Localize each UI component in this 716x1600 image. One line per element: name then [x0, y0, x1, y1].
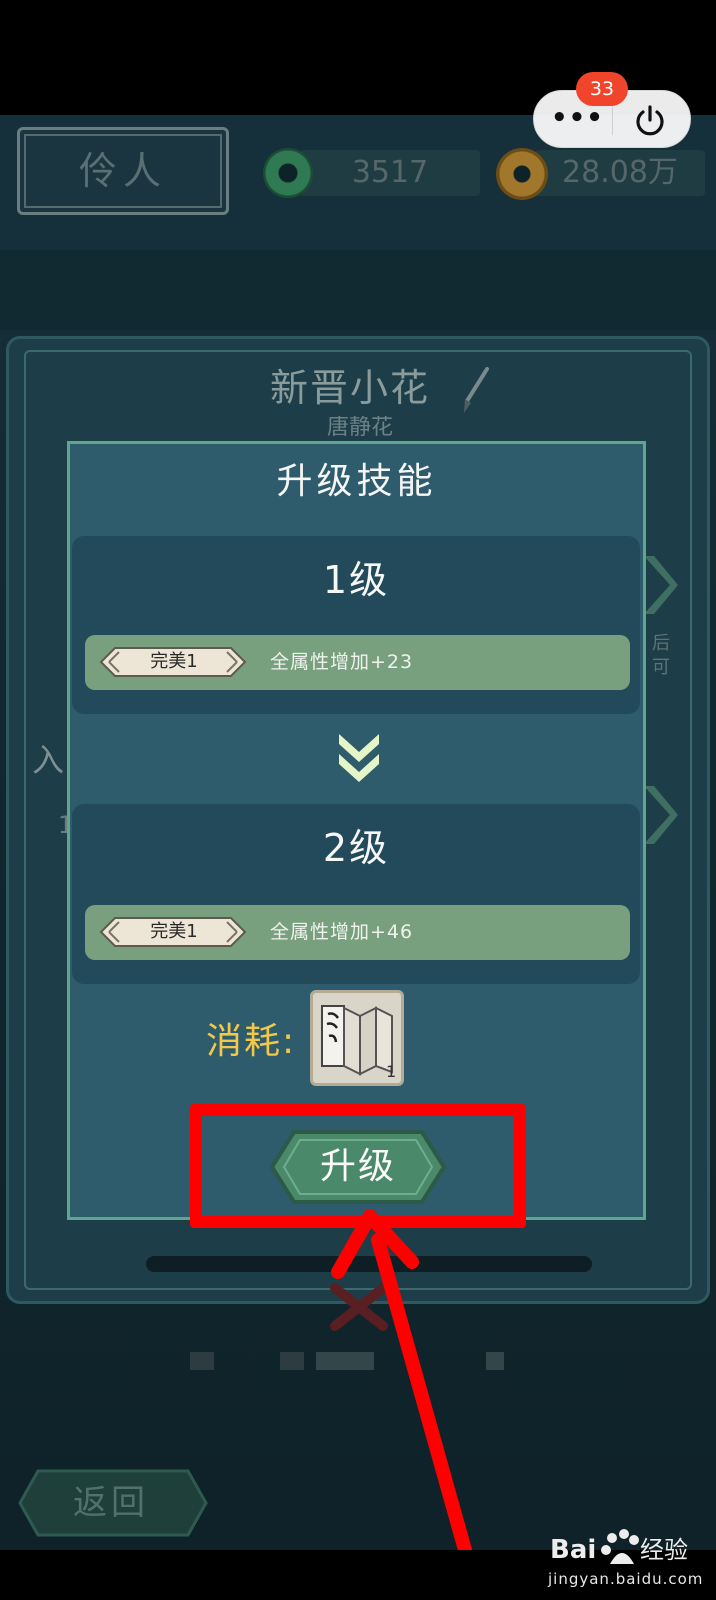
- card-side-text: 后 可: [652, 633, 670, 678]
- annotation-arrow-icon: [331, 1210, 472, 1557]
- quality-tag-label: 完美1: [150, 651, 198, 672]
- next-attribute-text: 全属性增加+46: [270, 921, 414, 943]
- card-title: 新晋小花: [269, 366, 430, 410]
- dialog-title: 升级技能: [276, 461, 437, 502]
- next-level-label: 2级: [322, 826, 390, 870]
- brush-icon[interactable]: [455, 365, 495, 415]
- current-attribute-text: 全属性增加+23: [270, 651, 414, 673]
- cost-label: 消耗:: [206, 1021, 297, 1062]
- card-subtitle: 唐静花: [326, 416, 393, 440]
- player-name: 伶人: [78, 149, 167, 193]
- back-label: 返回: [73, 1483, 149, 1523]
- power-icon[interactable]: [632, 104, 668, 138]
- svg-text:经验: 经验: [640, 1536, 688, 1564]
- jade-amount: 3517: [351, 155, 429, 190]
- next-arrow-icon[interactable]: [640, 782, 680, 848]
- svg-text:Bai: Bai: [550, 1535, 596, 1565]
- cost-item-quantity: 1: [386, 1062, 397, 1081]
- quality-tag-label: 完美1: [150, 921, 198, 942]
- capsule-divider: [612, 103, 613, 135]
- current-level-label: 1级: [322, 558, 390, 602]
- next-arrow-icon[interactable]: [640, 552, 680, 618]
- header-shadow: [0, 250, 716, 330]
- card-left-text-fragment: 入: [32, 741, 65, 779]
- double-chevron-down-icon: [339, 734, 379, 782]
- watermark-url: jingyan.baidu.com: [548, 1570, 704, 1588]
- gold-amount: 28.08万: [562, 155, 678, 190]
- baidu-jingyan-logo: Bai 经验: [550, 1529, 688, 1565]
- notification-badge: 33: [576, 72, 628, 106]
